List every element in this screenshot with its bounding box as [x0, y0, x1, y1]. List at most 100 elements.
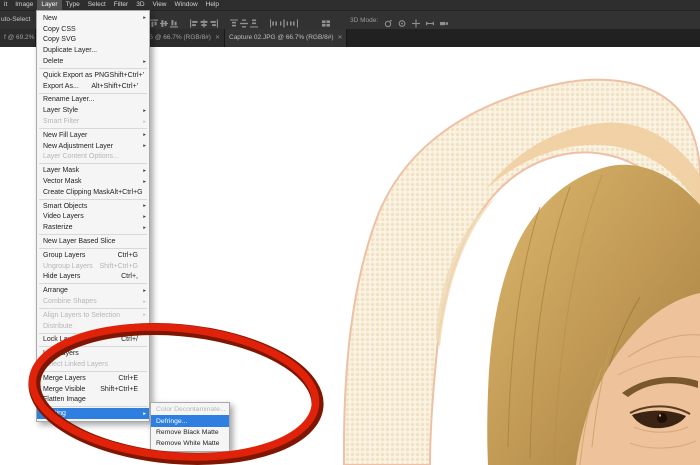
menubar-item-help[interactable]: Help: [202, 0, 223, 10]
menu-separator: [39, 68, 147, 69]
menu-separator: [39, 346, 147, 347]
menu-item-link-layers[interactable]: Link Layers: [37, 348, 149, 359]
tab-close-icon[interactable]: ✕: [215, 34, 220, 41]
menu-item-label: Layer Content Options...: [43, 153, 119, 160]
menubar-item-layer[interactable]: Layer: [37, 0, 61, 10]
menubar-item-image[interactable]: Image: [11, 0, 37, 10]
menubar-item-window[interactable]: Window: [171, 0, 202, 10]
menu-item-label: New: [43, 15, 57, 22]
menu-item-smart-objects[interactable]: Smart Objects▸: [37, 201, 149, 212]
menu-item-combine-shapes: Combine Shapes▸: [37, 296, 149, 307]
menu-separator: [39, 371, 147, 372]
menu-item-label: Hide Layers: [43, 273, 80, 280]
dist-hcenter-icon[interactable]: [280, 15, 288, 24]
menu-item-label: Layer Mask: [43, 167, 79, 174]
document-tab[interactable]: f @ 69.2% (: [0, 28, 36, 47]
submenu-arrow-icon: ▸: [140, 411, 146, 417]
align-left-icon[interactable]: [190, 15, 198, 24]
menu-item-merge-layers[interactable]: Merge LayersCtrl+E: [37, 373, 149, 384]
menu-item-rasterize[interactable]: Rasterize▸: [37, 222, 149, 233]
menu-item-quick-export-as-png[interactable]: Quick Export as PNGShift+Ctrl+': [37, 70, 149, 81]
menu-item-merge-visible[interactable]: Merge VisibleShift+Ctrl+E: [37, 384, 149, 395]
align-top-icon[interactable]: [150, 15, 158, 24]
dist-top-icon[interactable]: [230, 15, 238, 24]
menu-item-lock-layers[interactable]: Lock Layers... Ctrl+/: [37, 335, 149, 346]
3d-zoom-icon[interactable]: [440, 15, 448, 24]
menu-item-select-linked-layers: Select Linked Layers: [37, 359, 149, 370]
menu-item-layer-content-options: Layer Content Options...: [37, 152, 149, 163]
menu-item-new[interactable]: New▸: [37, 13, 149, 24]
3d-roll-icon[interactable]: [398, 15, 406, 24]
menu-item-shortcut: Shift+Ctrl+': [110, 72, 146, 79]
menu-item-label: Copy SVG: [43, 36, 76, 43]
menubar-item-3d[interactable]: 3D: [132, 0, 148, 10]
menu-item-new-layer-based-slice[interactable]: New Layer Based Slice: [37, 236, 149, 247]
submenu-arrow-icon: ▸: [140, 288, 146, 294]
menu-item-vector-mask[interactable]: Vector Mask▸: [37, 176, 149, 187]
menu-item-label: Rasterize: [43, 224, 73, 231]
menu-item-label: New Adjustment Layer: [43, 143, 113, 150]
submenu-arrow-icon: ▸: [140, 312, 146, 318]
menu-item-label: Video Layers: [43, 213, 84, 220]
menubar-item-filter[interactable]: Filter: [110, 0, 132, 10]
menu-item-label: Quick Export as PNG: [43, 72, 110, 79]
menu-item-new-fill-layer[interactable]: New Fill Layer▸: [37, 130, 149, 141]
menu-item-label: Lock Layers...: [43, 336, 87, 343]
menu-separator: [39, 93, 147, 94]
menu-item-create-clipping-mask[interactable]: Create Clipping MaskAlt+Ctrl+G: [37, 187, 149, 198]
align-vcenter-icon[interactable]: [160, 15, 168, 24]
menu-item-remove-white-matte[interactable]: Remove White Matte: [151, 438, 229, 449]
menu-item-shortcut: Ctrl+,: [121, 273, 140, 280]
menu-item-label: Defringe...: [156, 418, 187, 425]
menubar-item-select[interactable]: Select: [84, 0, 110, 10]
dist-left-icon[interactable]: [270, 15, 278, 24]
menu-item-matting[interactable]: Matting▸: [37, 408, 149, 419]
auto-align-icon[interactable]: [322, 15, 330, 33]
3d-orbit-icon[interactable]: [384, 15, 392, 24]
submenu-arrow-icon: ▸: [140, 143, 146, 149]
tab-close-icon[interactable]: ✕: [338, 34, 343, 41]
submenu-arrow-icon: ▸: [140, 59, 146, 65]
submenu-arrow-icon: ▸: [140, 119, 146, 125]
3d-pan-icon[interactable]: [412, 15, 420, 24]
menu-item-layer-mask[interactable]: Layer Mask▸: [37, 165, 149, 176]
menu-item-new-adjustment-layer[interactable]: New Adjustment Layer ▸: [37, 141, 149, 152]
menu-item-label: Select Linked Layers: [43, 361, 108, 368]
menu-item-export-as[interactable]: Export As...Alt+Shift+Ctrl+': [37, 81, 149, 92]
menu-item-copy-css[interactable]: Copy CSS: [37, 24, 149, 35]
dist-right-icon[interactable]: [290, 15, 298, 24]
menu-item-shortcut: Ctrl+E: [118, 375, 140, 382]
menu-item-hide-layers[interactable]: Hide Layers Ctrl+,: [37, 272, 149, 283]
menu-item-delete[interactable]: Delete▸: [37, 56, 149, 67]
menubar-item-view[interactable]: View: [149, 0, 171, 10]
menu-item-ungroup-layers: Ungroup LayersShift+Ctrl+G: [37, 261, 149, 272]
menu-item-video-layers[interactable]: Video Layers▸: [37, 212, 149, 223]
menu-separator: [39, 128, 147, 129]
align-hcenter-icon[interactable]: [200, 15, 208, 24]
menu-item-duplicate-layer[interactable]: Duplicate Layer...: [37, 45, 149, 56]
submenu-arrow-icon: ▸: [140, 179, 146, 185]
menu-item-arrange[interactable]: Arrange▸: [37, 285, 149, 296]
menu-item-copy-svg[interactable]: Copy SVG: [37, 35, 149, 46]
menubar-item-type[interactable]: Type: [62, 0, 84, 10]
menu-item-shortcut: Alt+Shift+Ctrl+': [91, 83, 140, 90]
menu-item-remove-black-matte[interactable]: Remove Black Matte: [151, 427, 229, 438]
menubar-item-it[interactable]: it: [0, 0, 11, 10]
menu-item-label: Flatten Image: [43, 396, 86, 403]
align-bottom-icon[interactable]: [170, 15, 178, 24]
menu-item-shortcut: Ctrl+/: [121, 336, 140, 343]
dist-vcenter-icon[interactable]: [240, 15, 248, 24]
3d-slide-icon[interactable]: [426, 15, 434, 24]
menu-item-flatten-image[interactable]: Flatten Image: [37, 395, 149, 406]
menu-item-label: Remove White Matte: [156, 440, 219, 447]
menu-item-distribute: Distribute▸: [37, 321, 149, 332]
align-right-icon[interactable]: [210, 15, 218, 24]
menu-item-defringe[interactable]: Defringe...: [151, 415, 229, 426]
menu-item-layer-style[interactable]: Layer Style▸: [37, 105, 149, 116]
menu-item-label: Align Layers to Selection: [43, 312, 120, 319]
menu-item-rename-layer[interactable]: Rename Layer...: [37, 95, 149, 106]
dist-bottom-icon[interactable]: [250, 15, 258, 24]
menu-item-group-layers[interactable]: Group LayersCtrl+G: [37, 250, 149, 261]
align-icons: [150, 15, 310, 24]
menu-item-color-decontaminate: Color Decontaminate...: [151, 404, 229, 415]
